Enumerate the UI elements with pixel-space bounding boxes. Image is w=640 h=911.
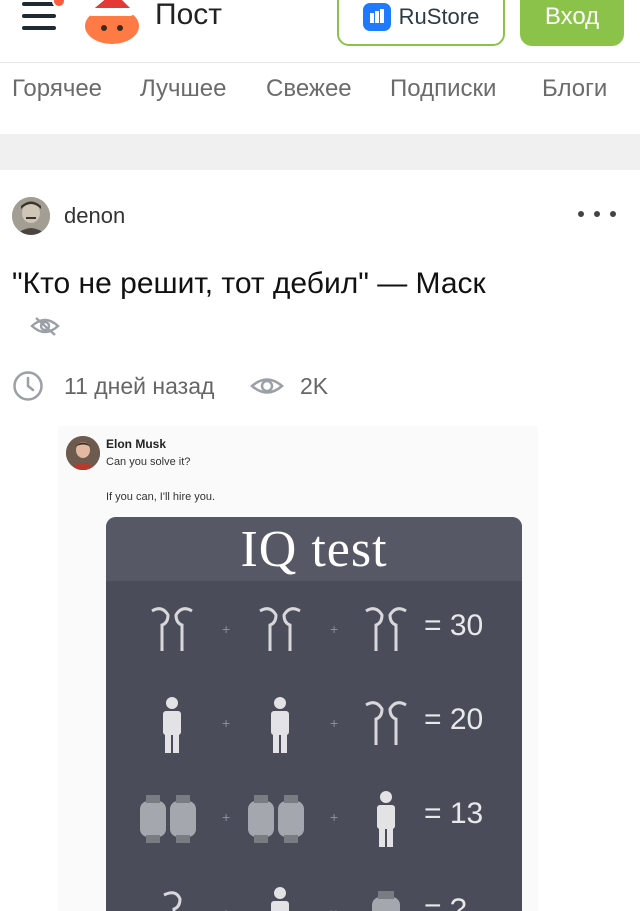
tweet-avatar [66,436,100,470]
post-time: 11 дней назад [64,373,215,399]
more-options-button[interactable] [578,204,616,224]
tab-best[interactable]: Лучшее [140,75,226,103]
tweet-author: Elon Musk [106,437,167,451]
rustore-icon [362,3,391,31]
person-icon [163,697,181,753]
clock-icon [13,371,43,401]
menu-icon[interactable] [22,2,58,34]
tab-blogs[interactable]: Блоги [542,75,607,103]
equation-result: = 20 [424,703,484,736]
views-count: 2K [300,373,329,399]
airpods-icon [151,607,193,651]
iq-header: IQ test [106,517,522,581]
operator: + [330,809,339,825]
equation-result: = 30 [424,609,484,642]
operator: + [330,715,339,731]
operator: + [330,621,339,637]
page-title: Пост [155,0,222,31]
tweet-question: Can you solve it? [106,456,191,468]
login-button[interactable]: Вход [520,0,624,46]
iq-title: IQ test [240,520,388,578]
equation-row: + x = ? [106,873,522,911]
equation-row: + + = 30 [106,589,522,669]
notification-dot [52,0,66,8]
avatar[interactable] [12,197,50,235]
nav-tabs: Горячее Лучшее Свежее Подписки Блоги [0,62,640,134]
airpods-icon [365,607,407,651]
equation-row: + + = 20 [106,683,522,763]
watch-pair-icon [248,795,304,843]
eye-off-icon[interactable] [30,314,60,338]
equation-row: + + = 13 [106,777,522,857]
operator: + [222,621,231,637]
tab-fresh[interactable]: Свежее [266,75,352,103]
person-icon [271,697,289,753]
section-divider [0,134,640,170]
logo-icon[interactable] [76,0,142,46]
iq-test-card: IQ test + + = 30 + + = 20 + + = 13 = ? [106,517,522,911]
post-image[interactable]: Elon Musk Can you solve it? If you can, … [58,426,538,911]
watch-pair-icon [140,795,196,843]
airpod-single-icon [163,891,182,911]
post-title-text: "Кто не решит, тот дебил" — Маск [12,267,486,300]
post-title[interactable]: "Кто не решит, тот дебил" — Маск [12,262,532,348]
person-icon [271,887,289,911]
watch-icon [372,891,400,911]
tweet-text: If you can, I'll hire you. [106,491,216,503]
operator: + [222,809,231,825]
person-icon [377,791,395,847]
post-meta: 11 дней назад 2K [12,368,632,404]
tab-subscriptions[interactable]: Подписки [390,75,496,103]
author-name[interactable]: denon [64,203,125,229]
equation-result: = ? [424,893,467,911]
operator: + [222,905,230,911]
airpods-icon [259,607,301,651]
operator: x [330,905,337,911]
rustore-label: RuStore [398,4,480,29]
airpods-icon [365,701,407,745]
operator: + [222,715,231,731]
eye-icon [250,378,284,394]
rustore-button[interactable]: RuStore [337,0,505,46]
header: Пост RuStore Вход [0,0,640,62]
tab-hot[interactable]: Горячее [12,75,102,103]
equation-result: = 13 [424,797,484,830]
